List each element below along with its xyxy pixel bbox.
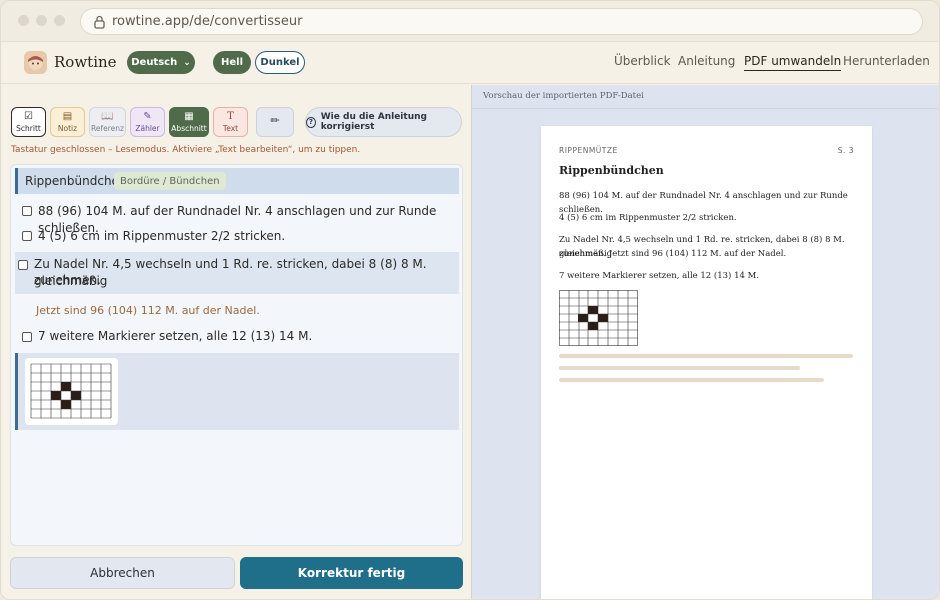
knitting-chart-thumbnail[interactable]: [25, 358, 118, 425]
note-icon: ▤: [62, 110, 73, 122]
step-text: 4 (5) 6 cm im Rippenmuster 2/2 stricken.: [38, 229, 286, 243]
nav-overview[interactable]: Überblick: [614, 54, 671, 68]
section-header[interactable]: Rippenbündchen Bordüre / Bündchen: [15, 168, 459, 194]
app-logo: [24, 51, 47, 74]
page-number: S. 3: [837, 146, 854, 155]
tool-text[interactable]: T Text: [213, 107, 248, 137]
placeholder-text-bar: [559, 354, 853, 358]
help-button[interactable]: ? Wie du die Anleitung korrigierst: [305, 107, 462, 137]
placeholder-text-bar: [559, 366, 800, 370]
note-text: Jetzt sind 96 (104) 112 M. auf der Nadel…: [36, 304, 260, 317]
counter-icon: ✎: [143, 110, 152, 122]
knitting-chart-image: [30, 363, 112, 419]
window-minimize-dot[interactable]: [36, 15, 47, 26]
section-title: Rippenbündchen: [25, 174, 127, 188]
browser-chrome: rowtine.app/de/convertisseur: [1, 1, 939, 42]
url-text: rowtine.app/de/convertisseur: [112, 14, 303, 29]
step-text-continued: zunehmen.: [34, 273, 101, 287]
theme-dark-button[interactable]: Dunkel: [255, 51, 305, 74]
chevron-down-icon: ⌄: [183, 57, 191, 68]
step-checkbox[interactable]: [22, 332, 32, 342]
lock-icon: [94, 15, 105, 29]
browser-window: rowtine.app/de/convertisseur Rowtine Deu…: [0, 0, 940, 600]
step-row-selected[interactable]: Zu Nadel Nr. 4,5 wechseln und 1 Rd. re. …: [15, 252, 459, 294]
address-bar[interactable]: rowtine.app/de/convertisseur: [80, 8, 923, 35]
tool-counter-label: Zähler: [135, 123, 160, 133]
app-header: Rowtine Deutsch ⌄ Hell Dunkel Überblick …: [1, 42, 939, 84]
language-select[interactable]: Deutsch ⌄: [127, 51, 195, 74]
tool-step[interactable]: ☑ Schritt: [11, 107, 46, 137]
theme-light-button[interactable]: Hell: [213, 51, 251, 74]
window-maximize-dot[interactable]: [54, 15, 65, 26]
status-message: Tastatur geschlossen – Lesemodus. Aktivi…: [11, 145, 361, 155]
pdf-knitting-chart: [559, 290, 638, 346]
page-title: Rippenbündchen: [559, 164, 664, 177]
section-icon: ▦: [184, 110, 194, 122]
step-row[interactable]: 4 (5) 6 cm im Rippenmuster 2/2 stricken.: [15, 226, 459, 250]
tool-text-label: Text: [222, 123, 239, 133]
step-row[interactable]: 7 weitere Markierer setzen, alle 12 (13)…: [15, 327, 459, 351]
step-checkbox[interactable]: [22, 231, 32, 241]
tool-section-label: Abschnitt: [171, 123, 207, 133]
text-icon: T: [227, 110, 234, 122]
nav-instructions[interactable]: Anleitung: [678, 54, 735, 68]
finish-correction-button[interactable]: Korrektur fertig: [240, 557, 463, 589]
preview-header: Vorschau der importierten PDF-Datei: [472, 85, 939, 109]
step-row[interactable]: 88 (96) 104 M. auf der Rundnadel Nr. 4 a…: [15, 201, 459, 235]
tool-note[interactable]: ▤ Notiz: [50, 107, 85, 137]
book-icon: 📖: [101, 110, 114, 122]
tool-note-label: Notiz: [57, 123, 78, 133]
language-label: Deutsch: [131, 57, 178, 68]
step-checkbox[interactable]: [22, 206, 32, 216]
section-tag: Bordüre / Bündchen: [114, 172, 226, 190]
pattern-editor[interactable]: Rippenbündchen Bordüre / Bündchen 88 (96…: [10, 164, 463, 546]
tool-reference-label: Referenz: [91, 123, 124, 133]
brand-name: Rowtine: [54, 53, 117, 71]
edit-text-button[interactable]: ✏: [256, 107, 294, 137]
step-text: 7 weitere Markierer setzen, alle 12 (13)…: [38, 329, 313, 343]
tool-section[interactable]: ▦ Abschnitt: [169, 107, 209, 137]
pdf-preview-panel: Vorschau der importierten PDF-Datei RIPP…: [472, 85, 939, 599]
chart-block[interactable]: [15, 353, 459, 430]
nav-download[interactable]: Herunterladen: [843, 54, 930, 68]
step-checkbox[interactable]: [18, 260, 28, 270]
page-kicker: RIPPENMÜTZE: [559, 146, 618, 155]
editor-panel: ☑ Schritt ▤ Notiz 📖 Referenz ✎ Zähler ▦ …: [1, 85, 471, 599]
page-line: 7 weitere Markierer setzen, alle 12 (13)…: [559, 271, 759, 281]
pencil-icon: ✏: [270, 114, 280, 127]
nav-convert-pdf[interactable]: PDF umwandeln: [744, 54, 842, 71]
page-line: zunehmen. Jetzt sind 96 (104) 112 M. auf…: [559, 249, 787, 259]
help-button-label: Wie du die Anleitung korrigierst: [320, 112, 427, 132]
preview-header-label: Vorschau der importierten PDF-Datei: [483, 91, 644, 101]
pdf-page: RIPPENMÜTZE S. 3 Rippenbündchen 88 (96) …: [541, 126, 872, 599]
tool-reference[interactable]: 📖 Referenz: [89, 107, 126, 137]
help-icon: ?: [306, 116, 316, 128]
checkbox-icon: ☑: [24, 110, 33, 122]
cancel-button[interactable]: Abbrechen: [10, 557, 235, 589]
tool-counter[interactable]: ✎ Zähler: [130, 107, 165, 137]
placeholder-text-bar: [559, 378, 824, 382]
tool-step-label: Schritt: [16, 123, 41, 133]
page-line: 4 (5) 6 cm im Rippenmuster 2/2 stricken.: [559, 213, 737, 223]
window-close-dot[interactable]: [18, 15, 29, 26]
